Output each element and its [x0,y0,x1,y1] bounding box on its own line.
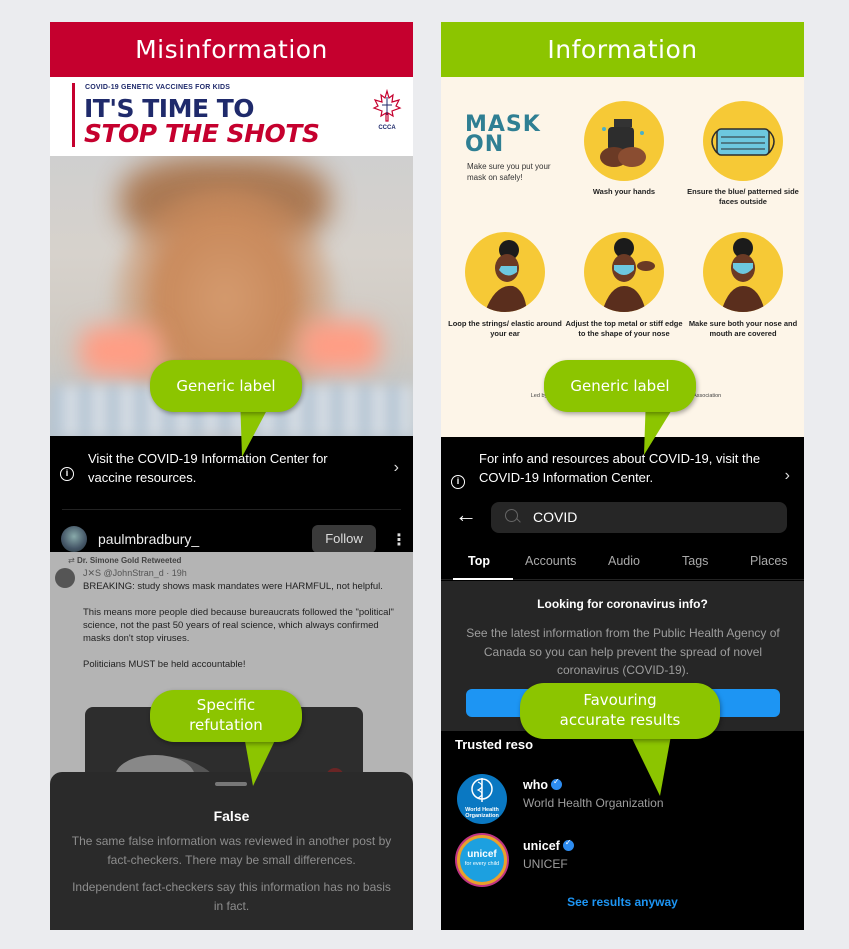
person-loop-illustration [465,232,545,312]
avatar[interactable] [61,526,87,552]
panel-header: Information [441,22,804,77]
account-handle: unicef [523,838,574,853]
info-icon: i [451,475,465,489]
ccca-logo-text: CCCA [378,125,396,131]
tab-audio[interactable]: Audio [608,554,640,568]
back-arrow-icon[interactable]: ← [455,502,477,528]
post-banner: COVID-19 GENETIC VACCINES FOR KIDS IT'S … [50,77,413,156]
account-row-unicef[interactable]: unicef for every child unicef UNICEF [455,835,795,887]
unicef-logo: unicef for every child [457,835,507,885]
tab-top[interactable]: Top [468,554,490,568]
info-card-heading: Looking for coronavirus info? [537,597,708,611]
search-query: COVID [533,509,578,525]
tweet-paragraph: Politicians MUST be held accountable! [83,659,246,670]
poster-subtitle: Make sure you put your mask on safely! [467,162,551,182]
tab-places[interactable]: Places [750,554,788,568]
callout-generic-label-right: Generic label [544,360,696,412]
tweet-handle: J✕S @JohnStran_d · 19h [83,568,187,578]
tweet-body: BREAKING: study shows mask mandates were… [83,580,405,684]
fact-check-verdict: False [213,808,250,824]
chevron-right-icon: › [393,459,399,476]
hand-wash-illustration [584,101,664,181]
banner-headline-2: STOP THE SHOTS [84,119,320,148]
username[interactable]: paulmbradbury_ [98,531,199,547]
tweet-avatar [55,568,75,588]
search-tabs: Top Accounts Audio Tags Places [441,547,804,580]
search-icon [505,509,518,522]
tweet-paragraph: This means more people died because bure… [83,607,394,644]
banner-accent-bar [72,83,75,147]
verified-badge-icon [562,838,574,851]
account-handle: who [523,777,562,792]
more-options-icon[interactable]: ⋮ [391,530,407,550]
fact-check-text: The same false information was reviewed … [71,834,392,867]
verified-badge-icon [551,777,562,790]
poster-caption: Loop the strings/ elastic around your ea… [448,319,562,338]
misinformation-panel: Misinformation COVID-19 GENETIC VACCINES… [50,22,413,930]
active-tab-indicator [453,578,513,580]
mask-illustration [703,101,783,181]
info-card-text: See the latest information from the Publ… [466,626,780,677]
search-input[interactable]: COVID [491,502,787,533]
maple-leaf-icon [372,89,402,122]
callout-specific-refutation: Specific refutation [150,690,302,742]
panel-header: Misinformation [50,22,413,77]
poster-caption: Adjust the top metal or stiff edge to th… [565,319,683,338]
person-covered-illustration [703,232,783,312]
banner-kicker: COVID-19 GENETIC VACCINES FOR KIDS [85,84,231,91]
search-header: ← COVID [441,492,804,547]
poster-caption: Ensure the blue/ patterned side faces ou… [687,187,799,206]
who-logo: World Health Organization [457,774,507,824]
tweet-paragraph: BREAKING: study shows mask mandates were… [83,581,383,592]
person-adjust-illustration [584,232,664,312]
trusted-heading: Trusted reso [455,737,534,752]
tab-accounts[interactable]: Accounts [525,554,576,568]
retweet-label: ⇄ Dr. Simone Gold Retweeted [68,556,182,565]
callout-favouring-accurate-results: Favouring accurate results [520,683,720,739]
tab-tags[interactable]: Tags [682,554,708,568]
callout-generic-label-left: Generic label [150,360,302,412]
poster-title: MASK ON [465,112,541,157]
chevron-right-icon: › [784,467,790,484]
callout-tail [628,730,672,796]
poster-caption: Make sure both your nose and mouth are c… [688,319,798,338]
account-full-name: UNICEF [523,857,568,871]
fact-check-sheet: False The same false information was rev… [50,772,413,930]
info-center-text: For info and resources about COVID-19, v… [479,451,761,485]
poster-caption: Wash your hands [592,187,656,196]
divider [62,509,401,510]
see-results-anyway-link[interactable]: See results anyway [441,895,804,909]
follow-button[interactable]: Follow [312,525,376,553]
fact-check-text: Independent fact-checkers say this infor… [72,880,391,913]
info-icon: i [60,467,74,481]
